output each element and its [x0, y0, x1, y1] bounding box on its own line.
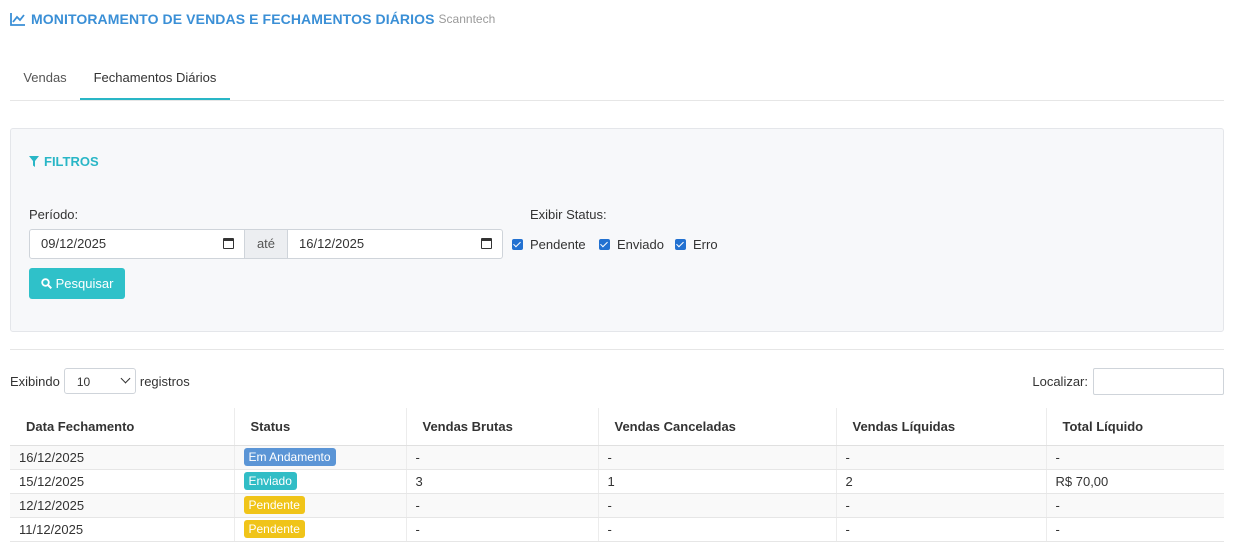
filters-panel: FILTROS Período: Exibir Status: 09/12/20… [10, 128, 1224, 332]
table-search-label: Localizar: [1032, 374, 1088, 389]
cell-status: Pendente [234, 493, 407, 518]
status-pendente-label: Pendente [530, 237, 586, 252]
cell-status: Enviado [234, 469, 407, 494]
closings-table: Data Fechamento Status Vendas Brutas Ven… [10, 408, 1224, 542]
page-length-value: 10 [76, 375, 91, 389]
table-row[interactable]: 12/12/2025 Pendente - - - - [10, 493, 1224, 518]
date-from-input[interactable]: 09/12/2025 [29, 229, 245, 259]
filter-icon [29, 156, 39, 167]
date-to-value: 16/12/2025 [299, 236, 365, 251]
cell-vendas-canceladas: - [598, 517, 837, 542]
filters-title-label: FILTROS [44, 154, 99, 169]
cell-vendas-liquidas: - [836, 517, 1047, 542]
page-title: MONITORAMENTO DE VENDAS E FECHAMENTOS DI… [31, 11, 435, 27]
status-badge: Em Andamento [243, 448, 336, 466]
cell-data: 11/12/2025 [10, 517, 235, 542]
cell-total-liquido: - [1046, 493, 1224, 518]
tab-fechamentos-diarios[interactable]: Fechamentos Diários [80, 60, 230, 100]
cell-data: 12/12/2025 [10, 493, 235, 518]
section-divider [10, 349, 1224, 350]
date-range-separator: até [245, 229, 287, 259]
date-to-input[interactable]: 16/12/2025 [287, 229, 503, 259]
column-header-data-fechamento[interactable]: Data Fechamento [10, 408, 235, 446]
cell-vendas-brutas: 3 [406, 469, 599, 494]
search-button-label: Pesquisar [55, 276, 114, 291]
tab-bar: Vendas Fechamentos Diários [10, 60, 1224, 101]
filters-title: FILTROS [29, 154, 99, 169]
status-badge: Pendente [243, 520, 305, 538]
cell-vendas-liquidas: - [836, 493, 1047, 518]
length-prefix: Exibindo [10, 373, 60, 389]
column-header-status[interactable]: Status [234, 408, 407, 446]
calendar-icon[interactable] [481, 238, 492, 249]
cell-vendas-canceladas: - [598, 445, 837, 470]
column-header-vendas-canceladas[interactable]: Vendas Canceladas [598, 408, 837, 446]
cell-data: 15/12/2025 [10, 469, 235, 494]
cell-data: 16/12/2025 [10, 445, 235, 470]
search-icon [40, 278, 52, 289]
cell-status: Em Andamento [234, 445, 407, 470]
page-length-control: Exibindo 10 registros [10, 368, 190, 394]
page-header: MONITORAMENTO DE VENDAS E FECHAMENTOS DI… [10, 11, 495, 27]
table-row[interactable]: 15/12/2025 Enviado 3 1 2 R$ 70,00 [10, 469, 1224, 494]
table-search: Localizar: [1032, 368, 1224, 395]
date-from-value: 09/12/2025 [41, 236, 107, 251]
periodo-label: Período: [29, 207, 79, 222]
status-enviado-label: Enviado [617, 237, 664, 252]
checkbox-checked-icon[interactable] [675, 239, 686, 250]
status-enviado-checkbox[interactable]: Enviado [599, 237, 664, 252]
chevron-down-icon [120, 373, 131, 384]
cell-total-liquido: - [1046, 445, 1224, 470]
status-badge: Pendente [243, 496, 305, 514]
line-chart-icon [10, 13, 25, 26]
cell-vendas-canceladas: - [598, 493, 837, 518]
exibir-status-label: Exibir Status: [530, 207, 607, 222]
tab-vendas[interactable]: Vendas [10, 60, 80, 100]
search-button[interactable]: Pesquisar [29, 268, 125, 299]
cell-vendas-brutas: - [406, 445, 599, 470]
status-pendente-checkbox[interactable]: Pendente [512, 237, 586, 252]
cell-total-liquido: - [1046, 517, 1224, 542]
cell-status: Pendente [234, 517, 407, 542]
status-erro-checkbox[interactable]: Erro [675, 237, 718, 252]
cell-vendas-brutas: - [406, 493, 599, 518]
cell-vendas-brutas: - [406, 517, 599, 542]
column-header-vendas-liquidas[interactable]: Vendas Líquidas [836, 408, 1047, 446]
cell-vendas-liquidas: 2 [836, 469, 1047, 494]
status-erro-label: Erro [693, 237, 718, 252]
column-header-vendas-brutas[interactable]: Vendas Brutas [406, 408, 599, 446]
status-badge: Enviado [243, 472, 297, 490]
checkbox-checked-icon[interactable] [512, 239, 523, 250]
table-header-row: Data Fechamento Status Vendas Brutas Ven… [10, 408, 1224, 446]
cell-vendas-canceladas: 1 [598, 469, 837, 494]
cell-total-liquido: R$ 70,00 [1046, 469, 1224, 494]
page-length-select[interactable]: 10 [63, 368, 136, 394]
column-header-total-liquido[interactable]: Total Líquido [1046, 408, 1224, 446]
table-row[interactable]: 11/12/2025 Pendente - - - - [10, 517, 1224, 542]
checkbox-checked-icon[interactable] [599, 239, 610, 250]
calendar-icon[interactable] [223, 238, 234, 249]
table-row[interactable]: 16/12/2025 Em Andamento - - - - [10, 445, 1224, 470]
table-search-input[interactable] [1093, 368, 1224, 395]
cell-vendas-liquidas: - [836, 445, 1047, 470]
page-subtitle: Scanntech [438, 12, 496, 26]
length-suffix: registros [139, 373, 190, 389]
